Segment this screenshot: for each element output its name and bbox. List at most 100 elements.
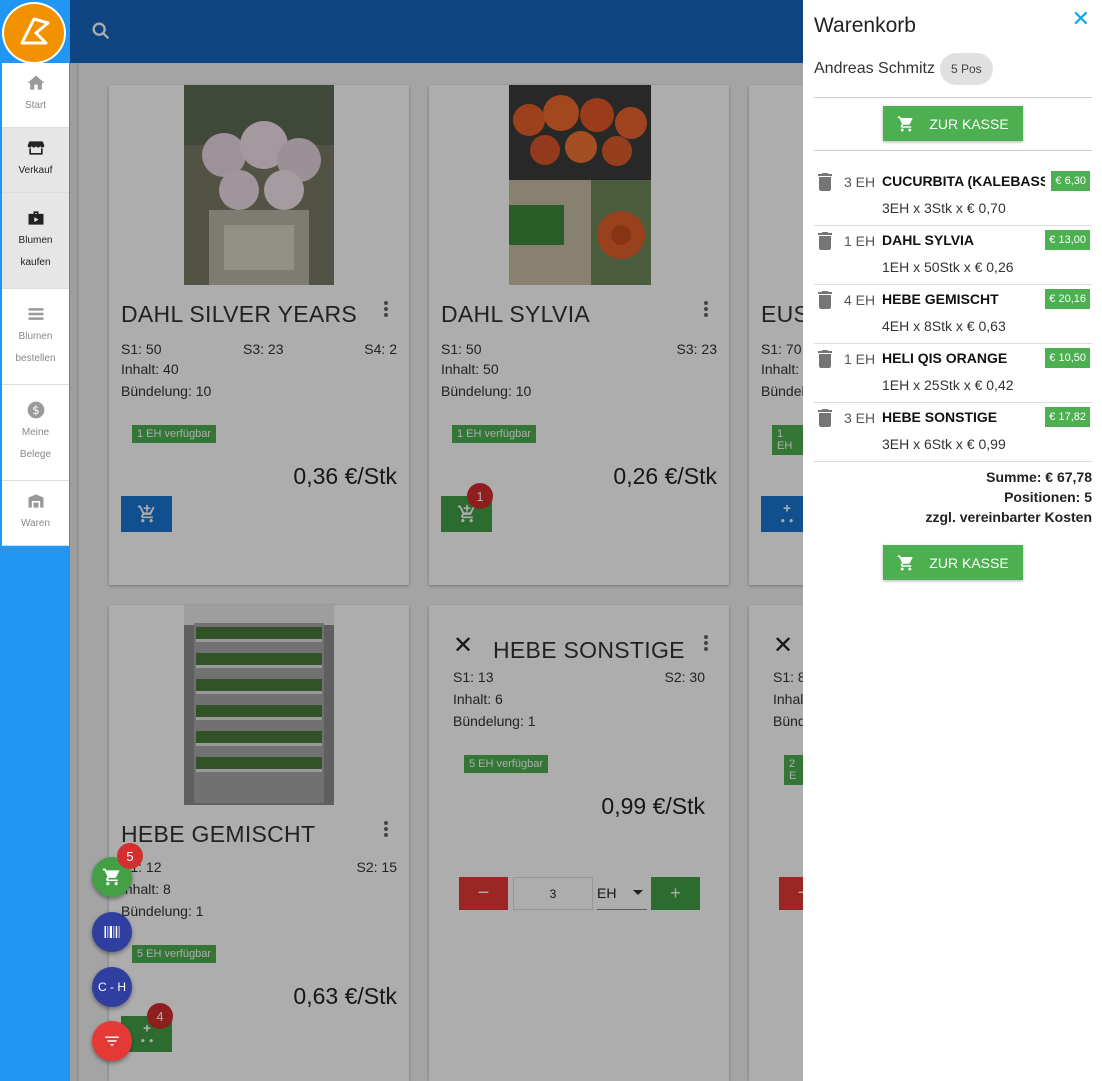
s2-value: S2: 30 [664, 669, 705, 685]
delete-icon[interactable] [818, 350, 832, 368]
close-icon[interactable]: ✕ [453, 631, 473, 660]
barcode-icon [104, 926, 120, 938]
s1-value: S1: 13 [453, 669, 494, 685]
add-to-cart-button[interactable] [761, 496, 806, 532]
search-icon[interactable] [90, 20, 112, 42]
top-bar [70, 0, 803, 63]
sidebar-item-label: Blumen [18, 234, 53, 246]
barcode-fab[interactable] [92, 912, 132, 952]
inhalt-value: Inhalt: 50 [441, 361, 499, 377]
cart-item-amount: € 13,00 [1045, 230, 1090, 250]
s3-value: S3: 23 [676, 341, 717, 357]
sidebar-item-start[interactable]: Start [2, 63, 69, 128]
warehouse-icon [28, 494, 43, 508]
cart-positions: Positionen: 5 [1004, 489, 1092, 505]
product-grid: DAHL SILVER YEARS S1: 50 S3: 23 S4: 2 In… [76, 63, 806, 1081]
close-icon[interactable]: ✕ [773, 631, 793, 660]
more-vert-icon[interactable] [383, 821, 389, 839]
cart-item-amount: € 17,82 [1045, 407, 1090, 427]
checkout-button[interactable]: ZUR KASSE [883, 545, 1023, 580]
cart-item-qty: 4 EH [844, 292, 876, 308]
sidebar-item-blumen-bestellen[interactable]: Blumen bestellen [2, 289, 69, 385]
more-vert-icon[interactable] [383, 301, 389, 319]
delete-icon[interactable] [818, 409, 832, 427]
buendelung-value: Bünd [773, 713, 806, 729]
arrow-drop-down-icon [633, 890, 643, 895]
sidebar-item-waren[interactable]: Waren [2, 481, 69, 546]
sidebar-item-blumen-kaufen[interactable]: Blumen kaufen [2, 193, 69, 289]
cart-item: 3 EH CUCURBITA (KALEBASSE € 6,30 3EH x 3… [814, 167, 1092, 226]
cart-item-name: HELI QIS ORANGE [882, 350, 1008, 366]
checkout-button[interactable]: ZUR KASSE [883, 106, 1023, 141]
s3-value: S3: 23 [243, 341, 284, 357]
dollar-icon: $ [27, 401, 44, 418]
divider [814, 97, 1092, 98]
increase-button[interactable]: + [651, 877, 700, 910]
delete-icon[interactable] [818, 232, 832, 250]
checkout-label: ZUR KASSE [929, 554, 1009, 571]
cart-item: 1 EH HELI QIS ORANGE € 10,50 1EH x 25Stk… [814, 344, 1092, 403]
decrease-button[interactable]: − [779, 877, 806, 910]
range-fab[interactable]: C - H [92, 967, 132, 1007]
shopping-bag-icon [28, 210, 43, 225]
inhalt-value: Inhalt: 6 [453, 691, 503, 707]
more-vert-icon[interactable] [703, 635, 709, 653]
delete-icon[interactable] [818, 173, 832, 191]
sidebar-item-label: Start [24, 100, 47, 111]
sidebar-item-label: Waren [20, 518, 51, 529]
customer-name: Andreas Schmitz [814, 60, 935, 77]
butterfly-logo-icon [20, 17, 50, 45]
availability-badge: 1 EH [772, 425, 806, 455]
cart-item-detail: 1EH x 25Stk x € 0,42 [882, 377, 1014, 393]
sidebar: Start Verkauf Blumen kaufen Blumen beste… [0, 0, 70, 1081]
cart-item-name: HEBE GEMISCHT [882, 291, 999, 307]
product-title: HEBE GEMISCHT [121, 821, 316, 847]
filter-fab[interactable] [92, 1021, 132, 1061]
decrease-button[interactable]: − [459, 877, 508, 910]
buendelung-value: Bündelung: 1 [453, 713, 536, 729]
more-vert-icon[interactable] [703, 301, 709, 319]
sidebar-item-meine-belege[interactable]: $ Meine Belege [2, 385, 69, 481]
cart-count-badge: 1 [467, 483, 493, 509]
s1-value: S1: 70 [761, 341, 802, 357]
sidebar-item-verkauf[interactable]: Verkauf [2, 128, 69, 193]
cart-item-amount: € 20,16 [1045, 289, 1090, 309]
s1-value: S1: 50 [441, 341, 482, 357]
shopping-cart-icon [898, 116, 914, 131]
cart-item-name: HEBE SONSTIGE [882, 409, 998, 425]
availability-badge: 1 EH verfügbar [132, 425, 216, 443]
quantity-input[interactable]: 3 [513, 877, 593, 910]
product-card: EUST S1: 70 Inhalt: Bündelung: 1 EH [749, 85, 806, 585]
store-icon [27, 141, 44, 155]
delete-icon[interactable] [818, 291, 832, 309]
product-title: DAHL SILVER YEARS [121, 301, 358, 327]
availability-badge: 5 EH verfügbar [464, 755, 548, 773]
cart-fab-count: 5 [117, 843, 143, 869]
product-card: HEBE GEMISCHT S1: 12 S2: 15 Inhalt: 8 Bü… [109, 605, 409, 1081]
product-card: DAHL SILVER YEARS S1: 50 S3: 23 S4: 2 In… [109, 85, 409, 585]
add-to-cart-button[interactable] [121, 496, 172, 532]
unit-value: EH [597, 885, 617, 901]
cart-item-name: DAHL SYLVIA [882, 232, 975, 248]
cart-item: 3 EH HEBE SONSTIGE € 17,82 3EH x 6Stk x … [814, 403, 1092, 462]
cart-item-amount: € 6,30 [1051, 171, 1090, 191]
sidebar-item-label: Meine [21, 426, 50, 438]
product-price: 0,26 €/Stk [613, 463, 717, 489]
cart-count-badge: 4 [147, 1003, 173, 1029]
product-title: EUST [761, 301, 806, 327]
product-image [509, 85, 651, 285]
cart-item-detail: 3EH x 6Stk x € 0,99 [882, 436, 1006, 452]
buendelung-value: Bündelung: 10 [121, 383, 212, 399]
product-price: 0,63 €/Stk [293, 983, 397, 1009]
logo[interactable] [2, 2, 66, 64]
cart-item-qty: 1 EH [844, 233, 876, 249]
product-image [184, 85, 334, 285]
unit-select[interactable]: EH [597, 877, 647, 910]
shopping-cart-icon [102, 868, 120, 886]
close-icon[interactable]: ✕ [1072, 6, 1090, 32]
sidebar-item-label: Verkauf [18, 165, 53, 176]
cart-item-amount: € 10,50 [1045, 348, 1090, 368]
cart-item-detail: 1EH x 50Stk x € 0,26 [882, 259, 1014, 275]
add-shopping-cart-icon [780, 504, 793, 523]
sidebar-item-label: Belege [19, 448, 52, 460]
